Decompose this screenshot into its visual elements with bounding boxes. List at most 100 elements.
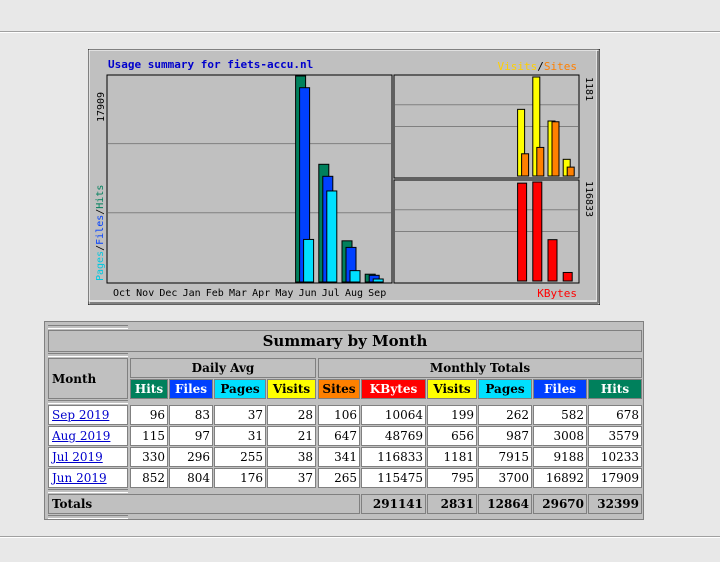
total-visits-cell: 2831 [427, 494, 477, 514]
daily-visits-cell: 38 [267, 447, 316, 467]
monthly-files-cell: 9188 [533, 447, 587, 467]
bar-sites-jul [536, 146, 545, 177]
month-label-feb: Feb [206, 288, 224, 299]
month-cell[interactable]: Sep 2019 [48, 405, 128, 425]
bottom-divider [0, 536, 720, 538]
monthly-kbytes-cell: 116833 [361, 447, 426, 467]
bar-pages-jul [326, 190, 338, 283]
bar-kbytes-jun [517, 182, 528, 282]
month-link[interactable]: Sep 2019 [52, 409, 109, 421]
ylabel-pages: Pages [95, 251, 106, 281]
monthly-kbytes-header: KBytes [361, 379, 426, 399]
daily-hits-cell: 96 [130, 405, 168, 425]
daily-pages-header: Pages [214, 379, 266, 399]
daily-pages-cell: 31 [214, 426, 266, 446]
bar-kbytes-aug [547, 239, 558, 282]
daily-visits-header: Visits [267, 379, 316, 399]
daily-pages-cell: 255 [214, 447, 266, 467]
month-label-aug: Aug [345, 288, 363, 299]
ylabel-files: Files [95, 215, 106, 245]
month-link[interactable]: Jul 2019 [52, 451, 103, 463]
daily-hits-cell: 330 [130, 447, 168, 467]
monthly-pages-cell: 262 [478, 405, 532, 425]
month-link[interactable]: Aug 2019 [52, 430, 110, 442]
monthly-hits-cell: 10233 [588, 447, 642, 467]
monthly-kbytes-cell: 115475 [361, 468, 426, 488]
monthly-files-header: Files [533, 379, 587, 399]
monthly-hits-cell: 17909 [588, 468, 642, 488]
daily-visits-cell: 21 [267, 426, 316, 446]
monthly-files-cell: 16892 [533, 468, 587, 488]
bar-pages-jun [303, 238, 315, 283]
monthly-hits-cell: 3579 [588, 426, 642, 446]
table-top-spacer [48, 325, 128, 329]
monthly-visits-header: Visits [427, 379, 477, 399]
kbytes-legend: KBytes [537, 287, 577, 300]
bar-pages-sep [372, 278, 384, 283]
monthly-totals-header: Monthly Totals [318, 358, 642, 378]
month-label-sep: Sep [368, 288, 386, 299]
monthly-sites-cell: 265 [318, 468, 360, 488]
monthly-visits-cell: 1181 [427, 447, 477, 467]
month-cell[interactable]: Jul 2019 [48, 447, 128, 467]
total-pages-cell: 12864 [478, 494, 532, 514]
top-divider [0, 31, 720, 33]
total-hits-cell: 32399 [588, 494, 642, 514]
month-label-may: May [275, 288, 293, 299]
bar-kbytes-sep [562, 271, 573, 282]
total-kbytes-cell: 291141 [361, 494, 426, 514]
table-title: Summary by Month [48, 330, 642, 352]
daily-visits-cell: 28 [267, 405, 316, 425]
monthly-sites-cell: 647 [318, 426, 360, 446]
month-cell[interactable]: Jun 2019 [48, 468, 128, 488]
bar-sites-jun [521, 153, 530, 177]
daily-files-header: Files [169, 379, 213, 399]
monthly-hits-cell: 678 [588, 405, 642, 425]
daily-hits-cell: 115 [130, 426, 168, 446]
summary-table: Summary by Month Month Daily Avg Monthly To… [44, 321, 644, 520]
monthly-pages-header: Pages [478, 379, 532, 399]
daily-pages-cell: 37 [214, 405, 266, 425]
table-bottom-spacer [48, 515, 128, 519]
monthly-hits-header: Hits [588, 379, 642, 399]
monthly-pages-cell: 987 [478, 426, 532, 446]
monthly-sites-cell: 106 [318, 405, 360, 425]
month-label-mar: Mar [229, 288, 247, 299]
month-label-nov: Nov [136, 288, 154, 299]
totals-label: Totals [48, 494, 360, 514]
month-label-jul: Jul [322, 288, 340, 299]
month-header: Month [48, 358, 128, 399]
monthly-pages-cell: 7915 [478, 447, 532, 467]
monthly-visits-cell: 199 [427, 405, 477, 425]
month-label-oct: Oct [113, 288, 131, 299]
daily-files-cell: 804 [169, 468, 213, 488]
legend-visits: Visits [498, 60, 538, 73]
visits-sites-legend: Visits/Sites [498, 60, 578, 73]
kbytes-ymax-label: 116833 [583, 181, 594, 217]
visits-ymax-label: 1181 [583, 77, 594, 101]
monthly-pages-cell: 3700 [478, 468, 532, 488]
monthly-files-cell: 3008 [533, 426, 587, 446]
daily-hits-cell: 852 [130, 468, 168, 488]
daily-pages-cell: 176 [214, 468, 266, 488]
daily-hits-header: Hits [130, 379, 168, 399]
legend-sites: Sites [544, 60, 577, 73]
month-link[interactable]: Jun 2019 [52, 472, 107, 484]
month-cell[interactable]: Aug 2019 [48, 426, 128, 446]
monthly-sites-header: Sites [318, 379, 360, 399]
daily-visits-cell: 37 [267, 468, 316, 488]
monthly-visits-cell: 795 [427, 468, 477, 488]
totals-spacer [48, 489, 128, 493]
daily-files-cell: 83 [169, 405, 213, 425]
graph-title: Usage summary for fiets-accu.nl [108, 58, 313, 71]
daily-files-cell: 97 [169, 426, 213, 446]
daily-avg-header: Daily Avg [130, 358, 316, 378]
month-label-dec: Dec [159, 288, 177, 299]
monthly-sites-cell: 341 [318, 447, 360, 467]
total-files-cell: 29670 [533, 494, 587, 514]
bar-sites-sep [566, 166, 575, 177]
monthly-files-cell: 582 [533, 405, 587, 425]
table-title-spacer [48, 353, 128, 357]
month-label-apr: Apr [252, 288, 270, 299]
main-ylabel: Pages/Files/Hits [95, 185, 106, 281]
